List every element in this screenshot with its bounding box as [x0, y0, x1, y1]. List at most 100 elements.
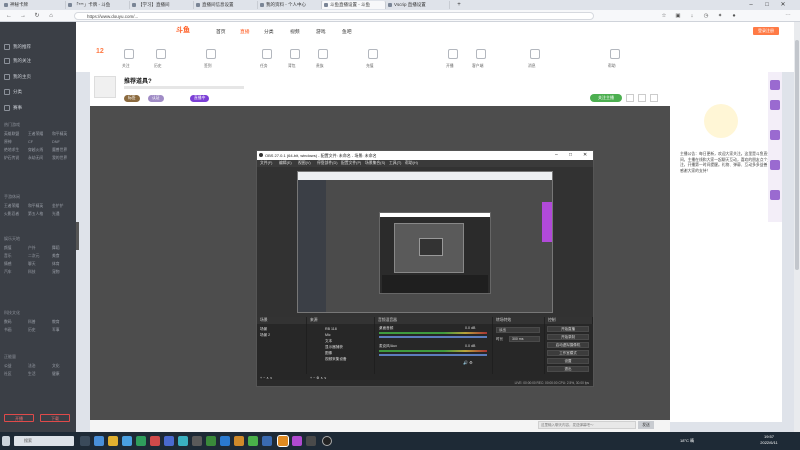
app-icon[interactable]: [192, 436, 202, 446]
category-label[interactable]: 贵族: [316, 64, 324, 69]
follow-button[interactable]: 关注主播: [590, 94, 622, 102]
source-item[interactable]: 文本: [325, 339, 332, 344]
favorites-icon[interactable]: ☆: [660, 12, 668, 20]
obs-minimize-button[interactable]: –: [555, 151, 558, 160]
sidebar-link[interactable]: 魔兽世界: [52, 148, 67, 153]
more-menu-icon[interactable]: ⋯: [784, 12, 792, 20]
sidebar-link[interactable]: 科普: [28, 320, 36, 325]
browser-tab-active[interactable]: 斗鱼直播设置 - 斗鱼: [322, 1, 386, 9]
sidebar-link[interactable]: 第五人格: [28, 212, 43, 217]
source-item[interactable]: RB 118: [325, 327, 337, 331]
browser-tab[interactable]: 神秘卡牌: [2, 1, 66, 9]
danmu-input[interactable]: 这里输入聊天内容，发送弹幕吧～: [538, 421, 636, 429]
sidebar-link[interactable]: 绝地求生: [4, 148, 19, 153]
taskbar-clock[interactable]: 19:57 2022/6/11: [754, 434, 784, 446]
sidebar-item-home[interactable]: 我的主页: [4, 74, 31, 80]
obs-menu-item[interactable]: 视图(V): [298, 160, 311, 167]
source-item[interactable]: 图像: [325, 351, 332, 356]
category-label[interactable]: 帮助: [608, 64, 616, 69]
start-recording-button[interactable]: 开始录制: [547, 334, 589, 340]
obs-close-button[interactable]: ✕: [583, 151, 587, 160]
active-app-icon[interactable]: [277, 435, 289, 447]
obs-menu-item[interactable]: 配置文件(P): [341, 160, 361, 167]
category-label[interactable]: 充值: [366, 64, 374, 69]
task-view-icon[interactable]: [80, 436, 90, 446]
sidebar-link[interactable]: 历史: [28, 328, 36, 333]
broadcast-icon[interactable]: [448, 49, 458, 59]
sidebar-link[interactable]: 汽车: [4, 270, 12, 275]
obs-preview-canvas[interactable]: [257, 167, 593, 317]
mail-icon[interactable]: [122, 436, 132, 446]
site-logo[interactable]: 斗鱼: [176, 25, 190, 35]
sidebar-link[interactable]: 宠物: [52, 270, 60, 275]
start-stream-button[interactable]: 开播: [4, 414, 34, 422]
forward-icon[interactable]: →: [18, 11, 28, 21]
sidebar-link[interactable]: CF: [28, 140, 33, 144]
download-app-button[interactable]: 下载: [40, 414, 70, 422]
profile-icon[interactable]: ●: [730, 12, 738, 20]
gift-icon[interactable]: [770, 80, 780, 90]
new-tab-button[interactable]: +: [452, 0, 466, 10]
sidebar-item-recommend[interactable]: 我的推荐: [4, 44, 31, 50]
duration-input[interactable]: 300 ms: [509, 336, 540, 342]
browser-tab[interactable]: 直播间信息设置: [194, 1, 258, 9]
category-label[interactable]: 开播: [446, 64, 454, 69]
mute-icon[interactable]: 🔊 ⚙: [463, 360, 473, 365]
sidebar-link[interactable]: 健康: [52, 372, 60, 377]
browser-tab[interactable]: 「***」卡牌 - 斗鱼: [66, 1, 130, 9]
sidebar-item-follow[interactable]: 我的关注: [4, 58, 31, 64]
sidebar-link[interactable]: 美食: [52, 254, 60, 259]
history-icon[interactable]: [156, 49, 166, 59]
category-label[interactable]: 关注: [122, 64, 130, 69]
start-streaming-button[interactable]: 开始直播: [547, 326, 589, 332]
nav-link-active[interactable]: 直播: [240, 28, 250, 35]
app-icon[interactable]: [220, 436, 230, 446]
studio-mode-button[interactable]: 工作室模式: [547, 350, 589, 356]
app-icon[interactable]: [248, 436, 258, 446]
obs-menu-item[interactable]: 停靠部件(D): [317, 160, 337, 167]
category-label[interactable]: 消息: [528, 64, 536, 69]
gift-icon[interactable]: [770, 130, 780, 140]
scene-item[interactable]: 场景 2: [260, 333, 270, 338]
nav-link[interactable]: 首页: [216, 28, 226, 35]
report-icon[interactable]: [638, 94, 646, 102]
sidebar-link[interactable]: 户外: [28, 246, 36, 251]
sidebar-link[interactable]: 永劫无间: [28, 156, 43, 161]
app-icon[interactable]: [178, 436, 188, 446]
follow-icon[interactable]: [124, 49, 134, 59]
share-icon[interactable]: [626, 94, 634, 102]
gift-icon[interactable]: [770, 160, 780, 170]
noble-icon[interactable]: [318, 49, 328, 59]
home-icon[interactable]: ⌂: [46, 11, 56, 21]
sidebar-link[interactable]: 和平精英: [28, 204, 43, 209]
app-icon[interactable]: [150, 436, 160, 446]
mixer-volume-slider[interactable]: [379, 354, 487, 356]
sidebar-link[interactable]: DNF: [52, 140, 60, 144]
minimize-button[interactable]: –: [744, 0, 758, 10]
explorer-icon[interactable]: [108, 436, 118, 446]
obs-menu-item[interactable]: 场景集合(S): [365, 160, 385, 167]
gift-icon[interactable]: [770, 190, 780, 200]
sidebar-link[interactable]: 数码: [4, 320, 12, 325]
recharge-icon[interactable]: [368, 49, 378, 59]
history-icon[interactable]: ◷: [702, 12, 710, 20]
virtual-camera-button[interactable]: 启动虚拟摄像机: [547, 342, 589, 348]
sidebar-link[interactable]: 公益: [4, 364, 12, 369]
sidebar-collapse-handle[interactable]: [76, 222, 79, 250]
sidebar-link[interactable]: 英雄联盟: [4, 132, 19, 137]
category-label[interactable]: 客户端: [472, 64, 483, 69]
help-icon[interactable]: [610, 49, 620, 59]
source-item[interactable]: 视频采集设备: [325, 357, 347, 362]
weather-tray[interactable]: 18°C 晴: [680, 438, 694, 444]
sidebar-link[interactable]: 教育: [52, 320, 60, 325]
sidebar-link[interactable]: 文化: [52, 364, 60, 369]
sidebar-link[interactable]: 军事: [52, 328, 60, 333]
back-icon[interactable]: ←: [4, 11, 14, 21]
app-icon[interactable]: [164, 436, 174, 446]
category-label[interactable]: 历史: [154, 64, 162, 69]
obs-menu-item[interactable]: 编辑(E): [279, 160, 292, 167]
category-label[interactable]: 签到: [204, 64, 212, 69]
sidebar-link[interactable]: 我的世界: [52, 156, 67, 161]
sidebar-link[interactable]: 炉石传说: [4, 156, 19, 161]
sidebar-item-events[interactable]: 赛事: [4, 105, 22, 111]
